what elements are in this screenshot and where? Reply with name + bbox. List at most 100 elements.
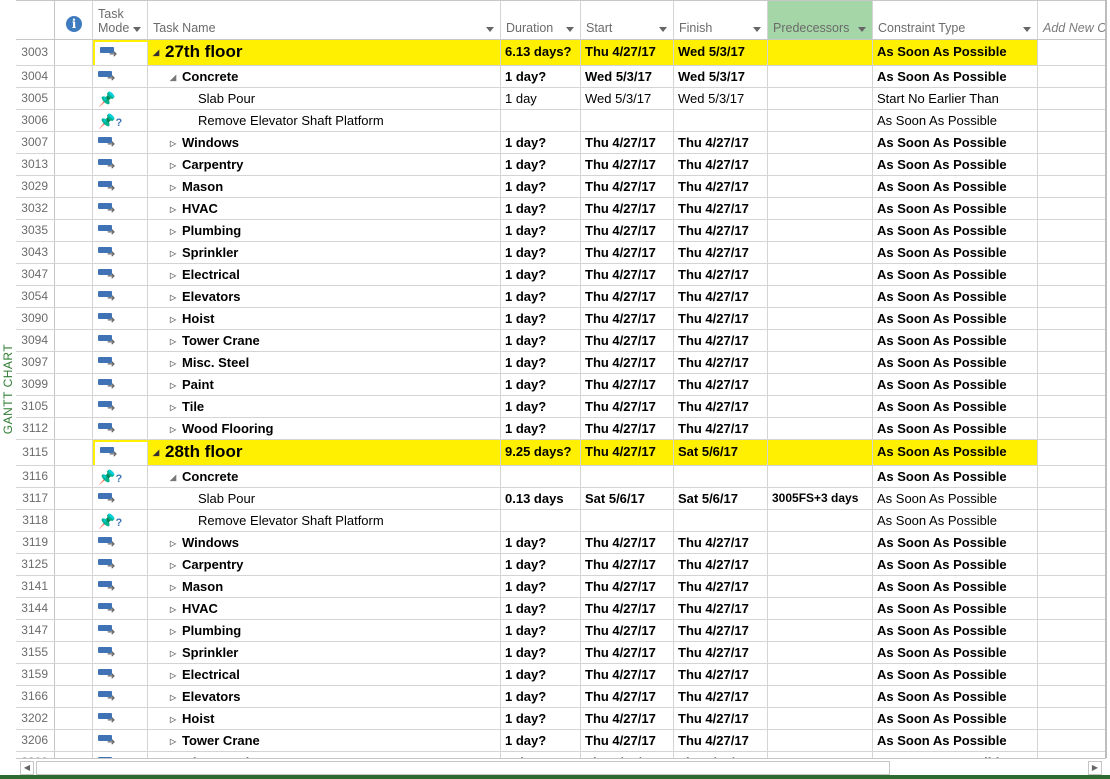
task-name-cell[interactable]: ▷ Electrical — [148, 264, 501, 285]
row-id[interactable]: 3166 — [16, 686, 55, 707]
start-cell[interactable]: Thu 4/27/17 — [581, 554, 674, 575]
predecessors-cell[interactable] — [768, 554, 873, 575]
constraint-type-cell[interactable]: As Soon As Possible — [873, 664, 1038, 685]
indicators-cell[interactable] — [55, 708, 93, 729]
duration-cell[interactable]: 1 day? — [501, 664, 581, 685]
task-name-cell[interactable]: ▷ Mason — [148, 176, 501, 197]
indicators-cell[interactable] — [55, 242, 93, 263]
expand-triangle-icon[interactable]: ▷ — [170, 397, 182, 417]
constraint-type-cell[interactable]: As Soon As Possible — [873, 708, 1038, 729]
predecessors-cell[interactable] — [768, 620, 873, 641]
task-row[interactable]: 3029 ➜ ▷ Mason 1 day? Thu 4/27/17 Thu 4/27/17 A… — [16, 176, 1106, 198]
start-cell[interactable]: Wed 5/3/17 — [581, 66, 674, 87]
column-header-start[interactable]: Start — [581, 1, 674, 39]
column-header-constraint-type[interactable]: Constraint Type — [873, 1, 1038, 39]
task-row[interactable]: 3117 ➜ Slab Pour 0.13 days Sat 5/6/17 Sat 5/6… — [16, 488, 1106, 510]
duration-cell[interactable]: 1 day? — [501, 642, 581, 663]
duration-cell[interactable]: 1 day? — [501, 352, 581, 373]
task-name-cell[interactable]: ▷ Hoist — [148, 308, 501, 329]
indicators-cell[interactable] — [55, 352, 93, 373]
indicators-cell[interactable] — [55, 598, 93, 619]
duration-cell[interactable]: 1 day? — [501, 154, 581, 175]
task-name-cell[interactable]: ▷Misc. Steel — [148, 352, 501, 373]
add-new-cell[interactable] — [1038, 352, 1106, 373]
task-mode-cell[interactable]: ➜ — [93, 686, 148, 707]
start-cell[interactable]: Thu 4/27/17 — [581, 40, 674, 65]
duration-cell[interactable]: 1 day? — [501, 176, 581, 197]
finish-cell[interactable]: Thu 4/27/17 — [674, 132, 768, 153]
expand-triangle-icon[interactable]: ▷ — [170, 265, 182, 285]
indicators-cell[interactable] — [55, 264, 93, 285]
expand-triangle-icon[interactable]: ▷ — [170, 309, 182, 329]
task-mode-cell[interactable]: ➜ — [93, 532, 148, 553]
task-name-cell[interactable]: ◢ 27th floor — [148, 40, 501, 65]
start-cell[interactable]: Thu 4/27/17 — [581, 220, 674, 241]
duration-cell[interactable]: 1 day? — [501, 132, 581, 153]
task-name-cell[interactable]: ▷ Wood Flooring — [148, 418, 501, 439]
duration-cell[interactable]: 1 day? — [501, 576, 581, 597]
predecessors-cell[interactable] — [768, 374, 873, 395]
constraint-type-cell[interactable]: As Soon As Possible — [873, 220, 1038, 241]
constraint-type-cell[interactable]: As Soon As Possible — [873, 730, 1038, 751]
add-new-cell[interactable] — [1038, 642, 1106, 663]
add-new-cell[interactable] — [1038, 730, 1106, 751]
collapse-triangle-icon[interactable]: ◢ — [170, 467, 182, 487]
constraint-type-cell[interactable]: As Soon As Possible — [873, 154, 1038, 175]
task-name-cell[interactable]: ▷ Windows — [148, 132, 501, 153]
constraint-type-cell[interactable]: As Soon As Possible — [873, 440, 1038, 465]
indicators-cell[interactable] — [55, 642, 93, 663]
task-mode-cell[interactable]: ➜ — [93, 418, 148, 439]
indicators-cell[interactable] — [55, 110, 93, 131]
task-row[interactable]: 3105 ➜ ▷ Tile 1 day? Thu 4/27/17 Thu 4/27/17 As… — [16, 396, 1106, 418]
horizontal-scrollbar[interactable]: ◀ ▶ — [16, 758, 1106, 775]
indicators-cell[interactable] — [55, 330, 93, 351]
finish-cell[interactable]: Thu 4/27/17 — [674, 418, 768, 439]
task-row[interactable]: 3013 ➜ ▷ Carpentry 1 day? Thu 4/27/17 Thu 4/27… — [16, 154, 1106, 176]
add-new-cell[interactable] — [1038, 664, 1106, 685]
add-new-cell[interactable] — [1038, 88, 1106, 109]
task-row[interactable]: 3043 ➜ ▷ Sprinkler 1 day? Thu 4/27/17 Thu 4/27… — [16, 242, 1106, 264]
row-id[interactable]: 3112 — [16, 418, 55, 439]
chevron-down-icon[interactable] — [486, 27, 494, 32]
task-name-cell[interactable]: ▷ Windows — [148, 532, 501, 553]
indicators-cell[interactable] — [55, 220, 93, 241]
row-id[interactable]: 3006 — [16, 110, 55, 131]
row-id[interactable]: 3029 — [16, 176, 55, 197]
finish-cell[interactable]: Thu 4/27/17 — [674, 642, 768, 663]
predecessors-cell[interactable] — [768, 686, 873, 707]
start-cell[interactable] — [581, 510, 674, 531]
row-id[interactable]: 3043 — [16, 242, 55, 263]
finish-cell[interactable]: Thu 4/27/17 — [674, 620, 768, 641]
constraint-type-cell[interactable]: As Soon As Possible — [873, 40, 1038, 65]
expand-triangle-icon[interactable]: ▷ — [170, 665, 182, 685]
duration-cell[interactable]: 1 day? — [501, 598, 581, 619]
task-name-cell[interactable]: ▷ Plumbing — [148, 620, 501, 641]
duration-cell[interactable]: 1 day? — [501, 220, 581, 241]
start-cell[interactable]: Thu 4/27/17 — [581, 198, 674, 219]
row-id[interactable]: 3147 — [16, 620, 55, 641]
row-id[interactable]: 3159 — [16, 664, 55, 685]
predecessors-cell[interactable] — [768, 730, 873, 751]
predecessors-cell[interactable] — [768, 110, 873, 131]
expand-triangle-icon[interactable]: ▷ — [170, 555, 182, 575]
task-name-cell[interactable]: ▷ HVAC — [148, 198, 501, 219]
task-row[interactable]: 3094 ➜ ▷ Tower Crane 1 day? Thu 4/27/17 Thu 4/… — [16, 330, 1106, 352]
task-mode-cell[interactable]: ➜ — [93, 488, 148, 509]
constraint-type-cell[interactable]: As Soon As Possible — [873, 66, 1038, 87]
task-mode-cell[interactable]: ➜ — [93, 154, 148, 175]
predecessors-cell[interactable] — [768, 510, 873, 531]
finish-cell[interactable]: Thu 4/27/17 — [674, 286, 768, 307]
task-name-cell[interactable]: ▷ HVAC — [148, 598, 501, 619]
start-cell[interactable]: Thu 4/27/17 — [581, 532, 674, 553]
indicators-cell[interactable] — [55, 176, 93, 197]
finish-cell[interactable]: Wed 5/3/17 — [674, 88, 768, 109]
add-new-cell[interactable] — [1038, 132, 1106, 153]
task-name-cell[interactable]: ▷ Tower Crane — [148, 330, 501, 351]
predecessors-cell[interactable] — [768, 598, 873, 619]
add-new-cell[interactable] — [1038, 576, 1106, 597]
task-mode-cell[interactable]: 📌? — [93, 110, 148, 131]
task-row[interactable]: 3099 ➜ ▷ Paint 1 day? Thu 4/27/17 Thu 4/27/17 A… — [16, 374, 1106, 396]
finish-cell[interactable]: Thu 4/27/17 — [674, 308, 768, 329]
add-new-cell[interactable] — [1038, 598, 1106, 619]
add-new-cell[interactable] — [1038, 220, 1106, 241]
